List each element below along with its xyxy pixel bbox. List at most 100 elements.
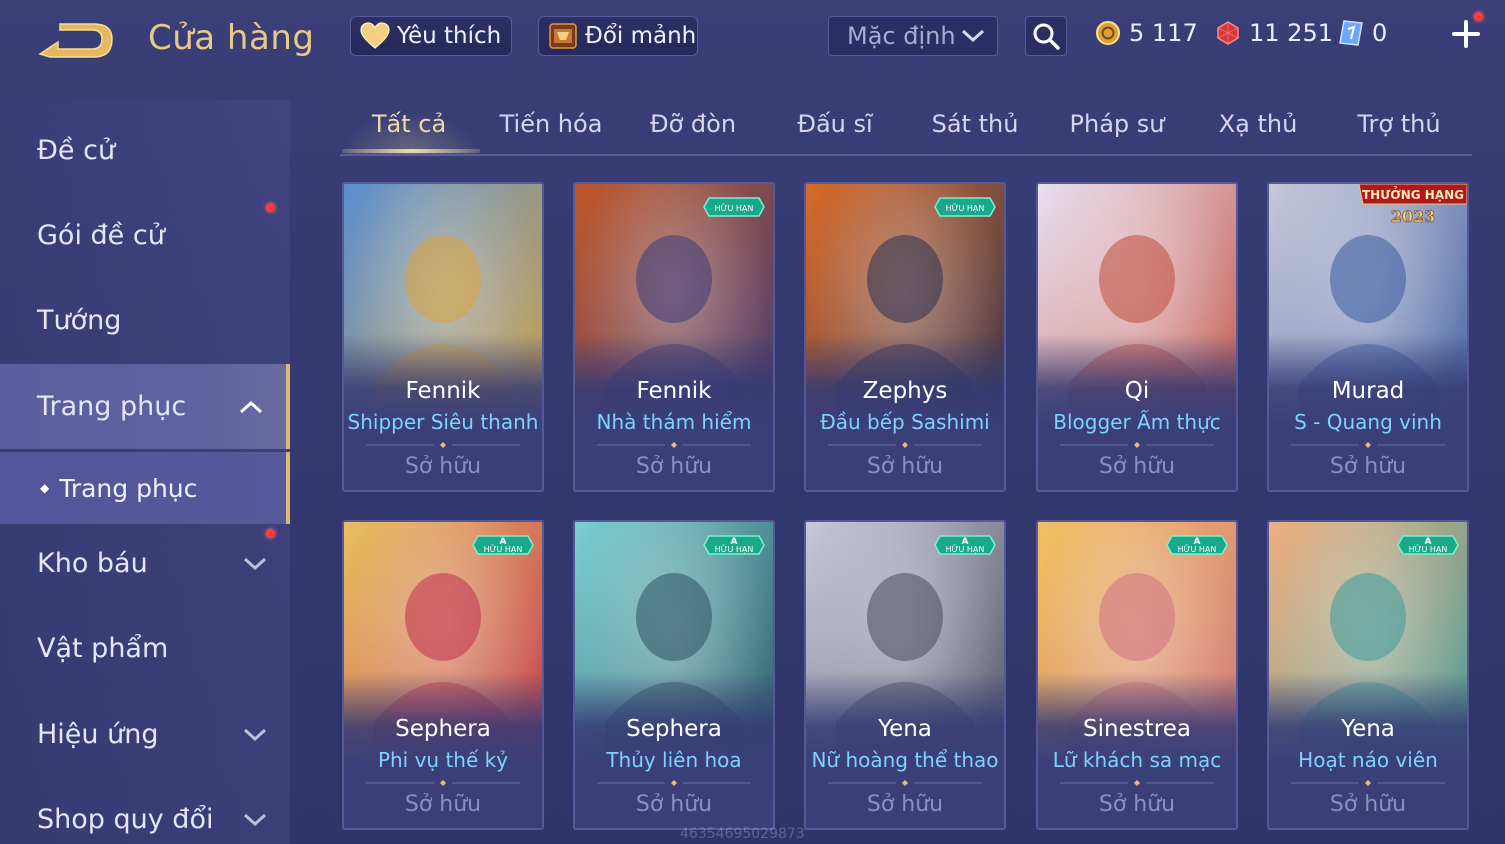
notification-dot xyxy=(1474,12,1483,21)
skin-card[interactable]: A HỮU HẠN Sephera Phi vụ thế kỷ Sở hữu xyxy=(342,520,544,830)
tab-assassin[interactable]: Sát thủ xyxy=(932,110,1019,154)
add-currency-button[interactable] xyxy=(1448,12,1484,52)
tab-evolution[interactable]: Tiến hóa xyxy=(500,110,603,154)
sidebar-item-featured[interactable]: Đề cử xyxy=(0,108,290,193)
tab-support[interactable]: Trợ thủ xyxy=(1357,110,1440,154)
chevron-down-icon xyxy=(243,813,267,826)
divider-ornament-icon xyxy=(1060,442,1214,448)
diamond-bullet-icon: ◆ xyxy=(40,481,50,495)
skin-card[interactable]: HỮU HẠN Zephys Đầu bếp Sashimi Sở hữu xyxy=(804,182,1006,492)
hero-name: Yena xyxy=(878,716,932,742)
sidebar-item-featured-packs[interactable]: Gói đề cử xyxy=(0,193,290,278)
svg-text:HỮU HẠN: HỮU HẠN xyxy=(946,543,985,555)
sidebar-item-label: Hiệu ứng xyxy=(37,719,159,750)
search-icon xyxy=(1033,23,1060,50)
sidebar: Đề cử Gói đề cử Tướng Trang phục ◆ Trang… xyxy=(0,100,290,844)
tab-all[interactable]: Tất cả xyxy=(372,110,446,154)
plus-icon xyxy=(1452,20,1480,48)
tab-tank[interactable]: Đỡ đòn xyxy=(650,110,736,154)
limited-badge-icon: AHỮU HẠN xyxy=(472,535,534,555)
skin-card[interactable]: A HỮU HẠN Sinestrea Lữ khách sa mạc Sở hữu xyxy=(1036,520,1238,830)
notification-dot xyxy=(266,529,275,538)
sidebar-item-label: Kho báu xyxy=(37,548,148,579)
skin-card[interactable]: A HỮU HẠN Sephera Thủy liên hoa Sở hữu xyxy=(573,520,775,830)
tab-marksman[interactable]: Xạ thủ xyxy=(1219,110,1298,154)
sidebar-item-items[interactable]: Vật phẩm xyxy=(0,606,290,691)
hero-name: Fennik xyxy=(405,378,481,404)
svg-text:HỮU HẠN: HỮU HẠN xyxy=(1178,543,1217,555)
voucher-card-icon xyxy=(1339,20,1363,46)
skin-name: Thủy liên hoa xyxy=(606,748,742,772)
active-tab-underline xyxy=(342,149,480,153)
sidebar-item-exchange-shop[interactable]: Shop quy đổi xyxy=(0,777,290,844)
tab-fighter[interactable]: Đấu sĩ xyxy=(797,110,872,154)
limited-badge-icon: AHỮU HẠN xyxy=(1397,535,1459,555)
svg-text:THƯỞNG HẠNG: THƯỞNG HẠNG xyxy=(1362,186,1464,202)
skin-card[interactable]: A HỮU HẠN Yena Nữ hoàng thể thao Sở hữu xyxy=(804,520,1006,830)
skin-card[interactable]: Qi Blogger Ẩm thực Sở hữu xyxy=(1036,182,1238,492)
chevron-down-icon xyxy=(961,29,985,43)
back-arrow-icon xyxy=(38,23,113,58)
sort-dropdown[interactable]: Mặc định xyxy=(828,16,998,56)
ownership-status: Sở hữu xyxy=(404,792,482,817)
sidebar-item-label: Đề cử xyxy=(37,135,116,166)
gold-balance: 5 117 xyxy=(1095,16,1198,50)
sidebar-item-label: Shop quy đổi xyxy=(37,804,214,835)
gem-balance: 11 251 xyxy=(1215,16,1333,50)
sidebar-item-effects[interactable]: Hiệu ứng xyxy=(0,692,290,777)
skin-card[interactable]: Fennik Shipper Siêu thanh Sở hữu xyxy=(342,182,544,492)
hero-name: Qi xyxy=(1124,378,1150,404)
ownership-status: Sở hữu xyxy=(635,792,713,817)
skin-card[interactable]: THƯỞNG HẠNG 2023 Murad S - Quang vinh Sở hữu xyxy=(1267,182,1469,492)
ownership-status: Sở hữu xyxy=(635,454,713,479)
sidebar-item-heroes[interactable]: Tướng xyxy=(0,278,290,363)
sidebar-subitem-label: Trang phục xyxy=(59,473,198,503)
divider-ornament-icon xyxy=(1291,442,1445,448)
limited-badge-icon: AHỮU HẠN xyxy=(703,535,765,555)
svg-text:HỮU HẠN: HỮU HẠN xyxy=(946,202,985,214)
hero-name: Fennik xyxy=(636,378,712,404)
search-button[interactable] xyxy=(1025,16,1067,56)
divider-ornament-icon xyxy=(1060,780,1214,786)
skin-name: Đầu bếp Sashimi xyxy=(820,410,990,434)
svg-text:2023: 2023 xyxy=(1391,207,1436,226)
ownership-status: Sở hữu xyxy=(866,454,944,479)
divider-ornament-icon xyxy=(366,442,520,448)
svg-text:HỮU HẠN: HỮU HẠN xyxy=(1409,543,1448,555)
tab-mage[interactable]: Pháp sư xyxy=(1070,110,1165,154)
sidebar-item-label: Tướng xyxy=(37,305,122,336)
favorites-button[interactable]: Yêu thích xyxy=(350,16,512,56)
hero-name: Yena xyxy=(1341,716,1395,742)
ownership-status: Sở hữu xyxy=(1098,454,1176,479)
sidebar-item-treasure[interactable]: Kho báu xyxy=(0,521,290,606)
hero-name: Murad xyxy=(1331,378,1405,404)
divider-ornament-icon xyxy=(1291,780,1445,786)
hero-name: Sephera xyxy=(395,716,491,742)
gem-amount: 11 251 xyxy=(1249,19,1333,47)
skin-card[interactable]: A HỮU HẠN Yena Hoạt náo viên Sở hữu xyxy=(1267,520,1469,830)
sidebar-item-label: Vật phẩm xyxy=(37,633,169,664)
treasure-chest-icon xyxy=(547,20,579,52)
svg-text:HỮU HẠN: HỮU HẠN xyxy=(484,543,523,555)
shard-exchange-button[interactable]: Đổi mảnh xyxy=(538,16,698,56)
sort-value: Mặc định xyxy=(847,22,956,50)
ownership-status: Sở hữu xyxy=(1329,454,1407,479)
heart-icon xyxy=(359,20,391,52)
sidebar-item-skins[interactable]: Trang phục xyxy=(0,364,290,449)
skin-card[interactable]: HỮU HẠN Fennik Nhà thám hiểm Sở hữu xyxy=(573,182,775,492)
watermark-text: 46354695029873 xyxy=(680,826,805,842)
skin-name: Hoạt náo viên xyxy=(1298,748,1438,772)
hero-name: Sinestrea xyxy=(1083,716,1191,742)
back-button[interactable] xyxy=(36,20,116,62)
voucher-balance: 0 xyxy=(1338,16,1387,50)
chevron-down-icon xyxy=(243,728,267,741)
ownership-status: Sở hữu xyxy=(866,792,944,817)
limited-badge-icon: HỮU HẠN xyxy=(703,197,765,217)
gold-amount: 5 117 xyxy=(1129,19,1198,47)
role-tabs: Tất cả Tiến hóa Đỡ đòn Đấu sĩ Sát thủ Ph… xyxy=(340,100,1472,156)
voucher-amount: 0 xyxy=(1372,19,1388,47)
divider-ornament-icon xyxy=(828,442,982,448)
svg-text:HỮU HẠN: HỮU HẠN xyxy=(715,202,754,214)
svg-text:HỮU HẠN: HỮU HẠN xyxy=(715,543,754,555)
sidebar-subitem-skins[interactable]: ◆ Trang phục xyxy=(0,452,290,524)
